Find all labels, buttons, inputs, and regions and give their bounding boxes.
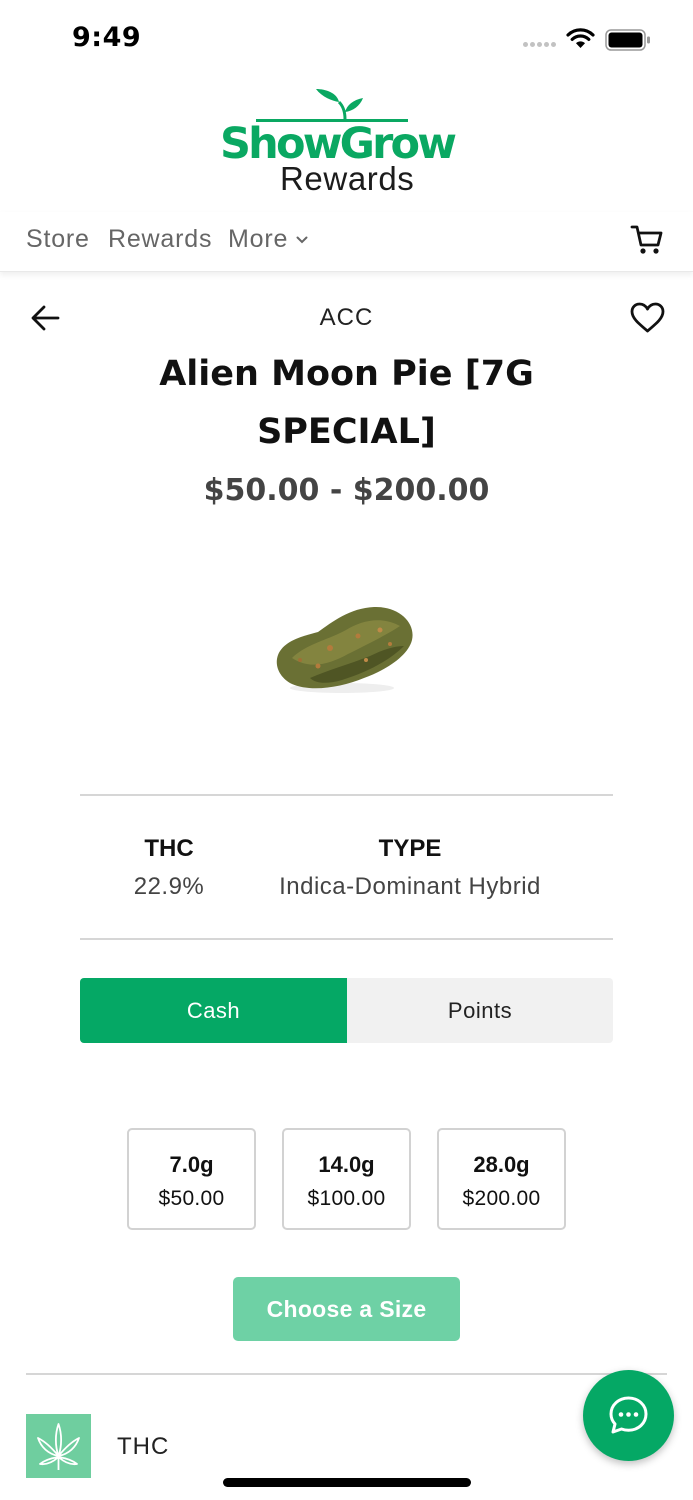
wifi-icon: [566, 28, 595, 48]
nav-more-link[interactable]: More: [228, 225, 288, 254]
heart-icon[interactable]: [630, 302, 665, 334]
size-option[interactable]: 14.0g $100.00: [282, 1128, 411, 1230]
size-weight: 7.0g: [169, 1152, 214, 1177]
chat-button[interactable]: [583, 1370, 674, 1461]
status-bar: 9:49: [0, 0, 693, 78]
size-option[interactable]: 7.0g $50.00: [127, 1128, 256, 1230]
size-weight: 14.0g: [318, 1152, 375, 1177]
type-spec-value: Indica-Dominant Hybrid: [279, 873, 541, 900]
size-price: $100.00: [307, 1187, 386, 1210]
size-price: $200.00: [462, 1187, 541, 1210]
choose-size-button[interactable]: Choose a Size: [233, 1277, 460, 1341]
size-option[interactable]: 28.0g $200.00: [437, 1128, 566, 1230]
size-weight: 28.0g: [473, 1152, 530, 1177]
size-price: $50.00: [158, 1187, 225, 1210]
section-divider: [26, 1373, 667, 1375]
top-nav: Store Rewards More: [0, 212, 693, 272]
chevron-down-icon[interactable]: [296, 236, 308, 244]
nav-store-link[interactable]: Store: [26, 225, 90, 254]
chat-icon: [609, 1396, 648, 1434]
signal-icon: [523, 42, 557, 48]
status-time: 9:49: [72, 22, 142, 53]
spec-divider-top: [80, 794, 613, 796]
thc-section-label: THC: [117, 1433, 170, 1460]
spec-divider-bottom: [80, 938, 613, 940]
cannabis-leaf-icon: [37, 1423, 80, 1470]
points-tab[interactable]: Points: [347, 978, 613, 1043]
thc-badge: [26, 1414, 91, 1478]
nav-rewards-link[interactable]: Rewards: [108, 225, 212, 254]
product-image: [276, 606, 413, 693]
logo-subtitle: Rewards: [280, 160, 415, 197]
type-spec-label: TYPE: [378, 835, 442, 862]
battery-icon: [605, 29, 650, 51]
product-brand: ACC: [319, 304, 374, 331]
showgrow-logo[interactable]: ShowGrow Rewards: [218, 86, 474, 198]
payment-toggle: Cash Points: [80, 978, 613, 1043]
product-title: Alien Moon Pie [7G SPECIAL]: [159, 354, 534, 452]
cash-tab[interactable]: Cash: [80, 978, 347, 1043]
thc-spec-label: THC: [144, 835, 194, 862]
home-indicator: [223, 1478, 471, 1487]
cart-icon[interactable]: [630, 224, 664, 256]
thc-spec-value: 22.9%: [133, 873, 205, 900]
price-range: $50.00 - $200.00: [203, 473, 490, 508]
